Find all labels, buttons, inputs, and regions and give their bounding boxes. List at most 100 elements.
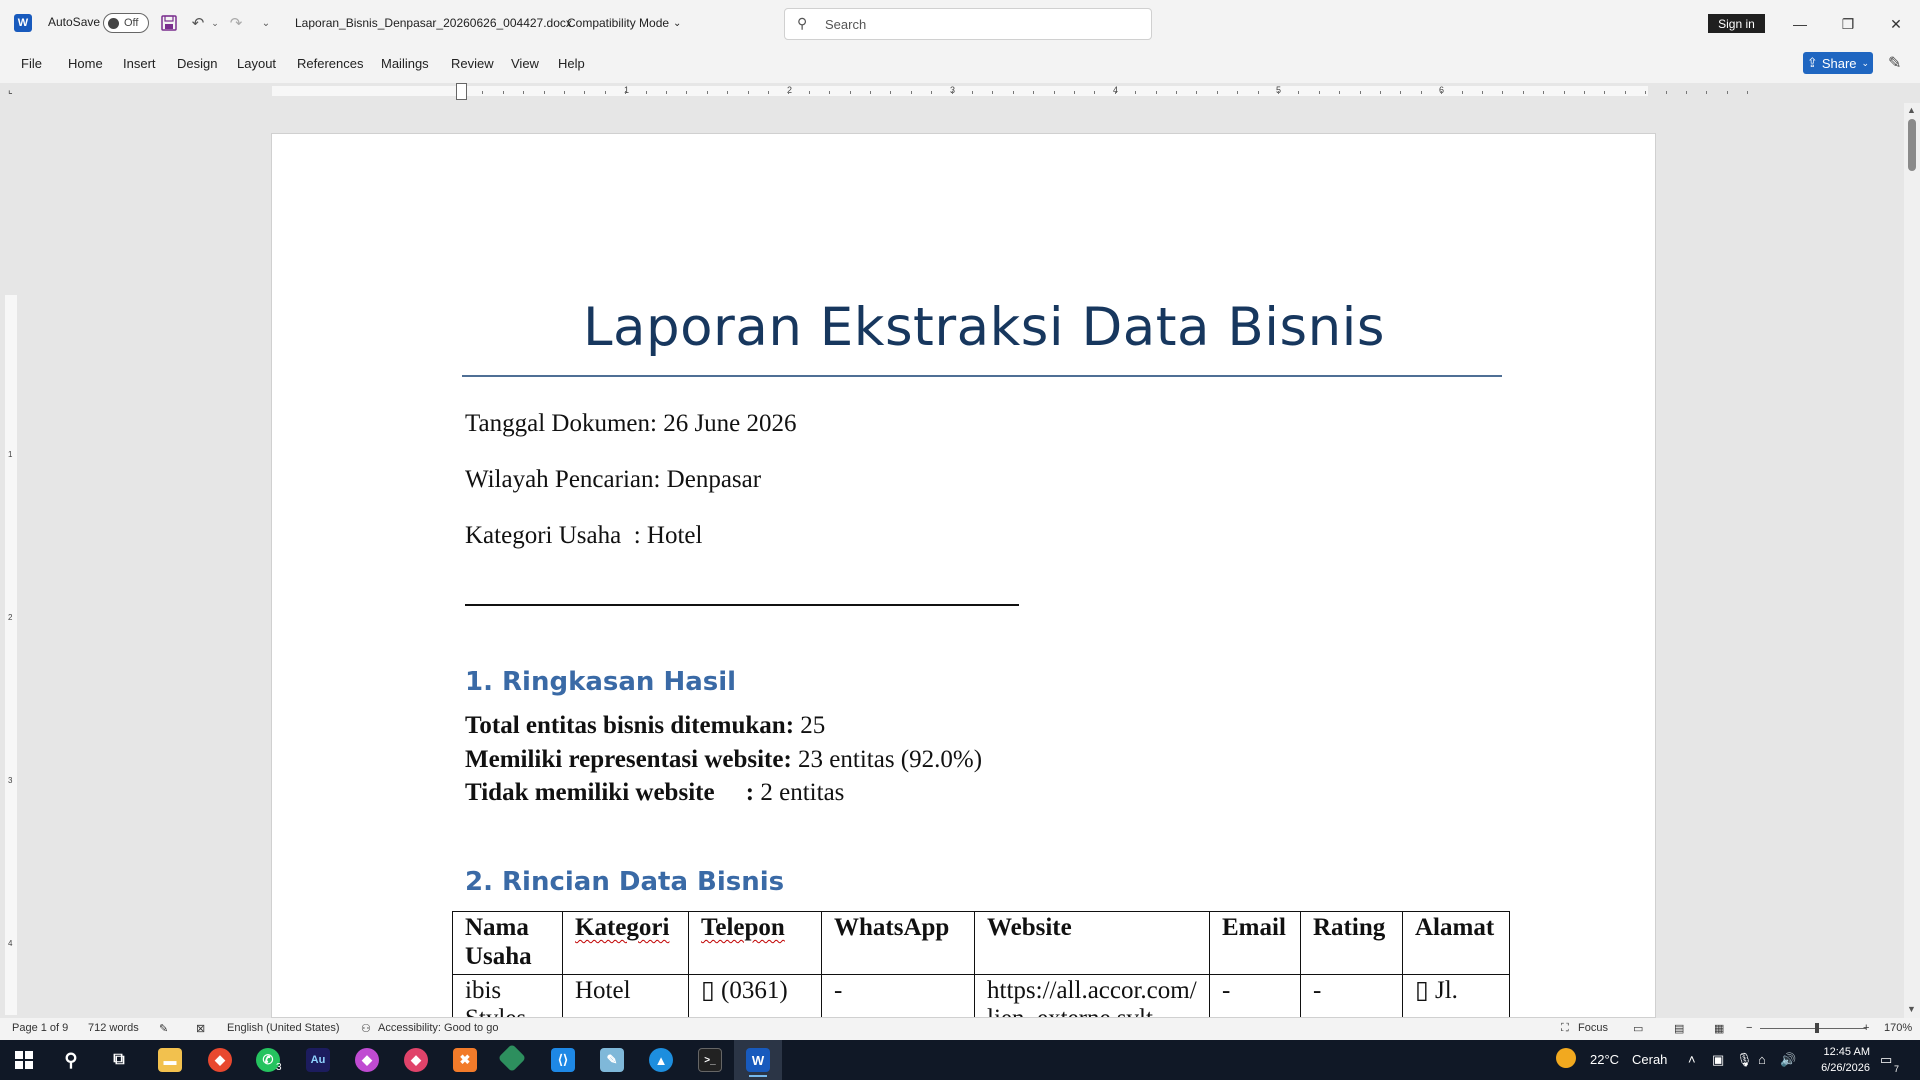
tab-help[interactable]: Help: [558, 56, 585, 71]
zoom-slider[interactable]: [1760, 1028, 1866, 1029]
tab-references[interactable]: References: [297, 56, 363, 71]
tab-selector-icon[interactable]: ⌞: [8, 85, 13, 96]
terminal-icon[interactable]: >_: [698, 1048, 722, 1072]
section-1-heading: 1. Ringkasan Hasil: [465, 667, 737, 697]
xampp-icon[interactable]: ✖: [453, 1048, 477, 1072]
scrollbar-thumb[interactable]: [1908, 119, 1916, 171]
cell-telepon: ▯ (0361): [688, 973, 822, 1017]
accessibility-status[interactable]: Accessibility: Good to go: [378, 1022, 498, 1034]
sign-in-button[interactable]: Sign in: [1708, 14, 1765, 33]
task-view-icon[interactable]: ⧉: [107, 1048, 131, 1072]
scroll-down-icon[interactable]: ▼: [1907, 1004, 1916, 1014]
customize-qat-icon[interactable]: ⌄: [256, 13, 276, 33]
meet-now-icon[interactable]: ▣: [1712, 1052, 1724, 1068]
zoom-level[interactable]: 170%: [1884, 1022, 1912, 1034]
ruler-tick: [1522, 91, 1524, 94]
web-layout-icon[interactable]: ▦: [1714, 1022, 1724, 1035]
col-header-kategori: Kategori: [562, 911, 689, 975]
redo-icon[interactable]: ↷: [226, 13, 246, 33]
page-count[interactable]: Page 1 of 9: [12, 1022, 68, 1034]
ruler-tick: [870, 91, 871, 94]
accessibility-icon: ⚇: [361, 1023, 371, 1035]
tab-view[interactable]: View: [511, 56, 539, 71]
tab-layout[interactable]: Layout: [237, 56, 276, 71]
weather-text[interactable]: Cerah: [1632, 1052, 1667, 1067]
word-count[interactable]: 712 words: [88, 1022, 139, 1034]
volume-icon[interactable]: 🔊: [1780, 1052, 1796, 1068]
file-explorer-icon[interactable]: ▬: [158, 1048, 182, 1072]
search-input[interactable]: ⚲ Search: [784, 8, 1152, 40]
zoom-slider-thumb[interactable]: [1815, 1023, 1819, 1033]
audition-icon[interactable]: Au: [306, 1048, 330, 1072]
col-header-whatsapp: WhatsApp: [821, 911, 975, 975]
kategori-line: Kategori Usaha : Hotel: [465, 522, 703, 549]
ruler-tick: [1686, 91, 1687, 94]
windows-start-icon[interactable]: [12, 1048, 36, 1072]
tanggal-line: Tanggal Dokumen: 26 June 2026: [465, 410, 797, 437]
taskbar-search-icon[interactable]: ⚲: [59, 1048, 83, 1072]
proofing-icon[interactable]: ✎: [159, 1022, 168, 1035]
horizontal-ruler[interactable]: ⌞ 1 2 3 4 5 6: [0, 83, 1920, 103]
ruler-tick: [666, 91, 667, 94]
ruler-tick: [1624, 91, 1626, 94]
tab-insert[interactable]: Insert: [123, 56, 156, 71]
brave-profile-2-icon[interactable]: ◆: [404, 1048, 428, 1072]
focus-mode-label[interactable]: Focus: [1578, 1022, 1608, 1034]
toggle-knob: [108, 18, 119, 29]
ruler-tick: [849, 91, 851, 94]
notifications-icon[interactable]: ▭: [1880, 1052, 1892, 1068]
ruler-tick: [951, 91, 953, 94]
brave-profile-icon[interactable]: ◆: [355, 1048, 379, 1072]
print-layout-icon[interactable]: ▤: [1674, 1022, 1684, 1035]
taskbar-clock[interactable]: 12:45 AM 6/26/2026: [1808, 1044, 1870, 1076]
minimize-icon[interactable]: —: [1788, 12, 1812, 36]
close-icon[interactable]: ✕: [1884, 12, 1908, 36]
tab-mailings[interactable]: Mailings: [381, 56, 429, 71]
vertical-scrollbar[interactable]: ▲ ▼: [1904, 103, 1920, 1018]
document-page[interactable]: Laporan Ekstraksi Data Bisnis Tanggal Do…: [271, 133, 1656, 1018]
summary-website-label: Memiliki representasi website:: [465, 746, 792, 773]
docker-icon[interactable]: ▲: [649, 1048, 673, 1072]
share-button[interactable]: ⇪ Share ⌄: [1803, 52, 1873, 74]
scroll-up-icon[interactable]: ▲: [1907, 105, 1916, 115]
tab-review[interactable]: Review: [451, 56, 494, 71]
ruler-tick: [482, 91, 484, 94]
ruler-tick: [1278, 91, 1279, 94]
section-2-heading: 2. Rincian Data Bisnis: [465, 867, 785, 897]
brave-browser-icon[interactable]: ◆: [208, 1048, 232, 1072]
word-app-icon: W: [14, 14, 32, 32]
language-label[interactable]: English (United States): [227, 1022, 340, 1034]
weather-temp[interactable]: 22°C: [1590, 1052, 1619, 1067]
save-icon[interactable]: [159, 13, 179, 33]
compatibility-mode-label[interactable]: Compatibility Mode ⌄: [567, 16, 681, 30]
summary-website-value: 23 entitas (92.0%): [791, 746, 983, 773]
network-icon[interactable]: ⌂: [1758, 1052, 1766, 1067]
undo-dropdown-icon[interactable]: ⌄: [205, 13, 225, 33]
zoom-in-icon[interactable]: +: [1863, 1022, 1869, 1034]
indent-marker[interactable]: [456, 83, 467, 100]
zoom-out-icon[interactable]: −: [1746, 1022, 1752, 1034]
ruler-tick: [1747, 91, 1749, 94]
autosave-toggle[interactable]: Off: [103, 13, 149, 33]
focus-icon: ⛶: [1561, 1022, 1569, 1034]
comments-icon[interactable]: ✎: [1888, 53, 1901, 73]
restore-icon[interactable]: ❐: [1836, 12, 1860, 36]
tab-design[interactable]: Design: [177, 56, 217, 71]
read-mode-icon[interactable]: ▭: [1633, 1022, 1643, 1035]
microphone-icon[interactable]: 🎙: [1736, 1052, 1753, 1068]
tab-file[interactable]: File: [21, 56, 42, 71]
vscode-icon[interactable]: ⟨⟩: [551, 1048, 575, 1072]
cell-nama: ibis Styles: [452, 973, 563, 1017]
ruler-tick: [788, 91, 790, 94]
table-header-row: Nama Usaha Kategori Telepon WhatsApp Web…: [452, 911, 1510, 975]
tray-chevron-icon[interactable]: ˄: [1688, 1052, 1696, 1067]
ruler-tick: [543, 91, 545, 94]
ruler-tick: [1196, 91, 1198, 94]
word-taskbar-icon[interactable]: W: [746, 1048, 770, 1072]
notepad-icon[interactable]: ✎: [600, 1048, 624, 1072]
ruler-tick: [829, 91, 831, 94]
ruler-tick: [910, 91, 912, 94]
document-heading: Laporan Ekstraksi Data Bisnis: [582, 297, 1386, 358]
macro-icon[interactable]: ⊠: [196, 1022, 205, 1035]
tab-home[interactable]: Home: [68, 56, 103, 71]
